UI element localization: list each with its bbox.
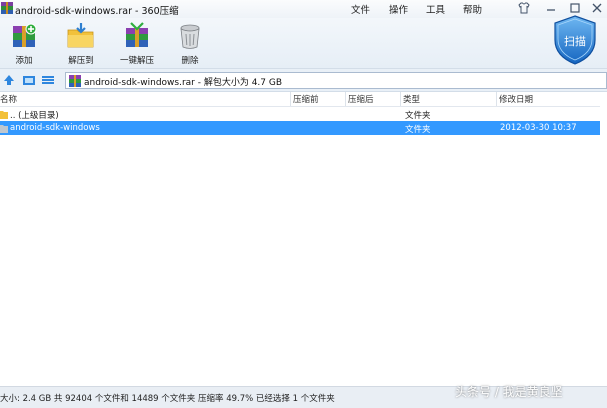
column-divider[interactable] bbox=[496, 92, 497, 106]
menu-tools[interactable]: 工具 bbox=[426, 2, 445, 16]
path-text: android-sdk-windows.rar - 解包大小为 4.7 GB bbox=[84, 77, 283, 88]
column-modified[interactable]: 修改日期 bbox=[499, 93, 533, 105]
address-bar: android-sdk-windows.rar - 解包大小为 4.7 GB bbox=[0, 68, 607, 92]
folder-icon bbox=[0, 111, 8, 119]
maximize-icon[interactable] bbox=[568, 1, 582, 15]
one-click-extract-label: 一键解压 bbox=[119, 56, 154, 66]
list-view-icon[interactable] bbox=[41, 73, 55, 87]
close-icon[interactable] bbox=[590, 1, 604, 15]
column-divider[interactable] bbox=[345, 92, 346, 106]
title-bar: android-sdk-windows.rar - 360压缩 文件 操作 工具… bbox=[0, 0, 607, 18]
menu-file[interactable]: 文件 bbox=[351, 2, 370, 16]
file-modified: 2012-03-30 10:37 bbox=[500, 122, 577, 133]
extract-to-button[interactable]: 解压到 bbox=[61, 20, 101, 66]
watermark: 头条号 / 我是黄良坚 bbox=[455, 385, 563, 399]
trash-icon bbox=[180, 24, 200, 49]
column-header: 名称 压缩前 压缩后 类型 修改日期 bbox=[0, 92, 607, 107]
add-archive-icon bbox=[13, 23, 37, 47]
one-click-extract-button[interactable]: 一键解压 bbox=[117, 20, 157, 66]
file-type: 文件夹 bbox=[405, 124, 431, 135]
delete-label: 删除 bbox=[181, 56, 199, 66]
extract-folder-icon bbox=[67, 23, 94, 48]
one-click-extract-icon bbox=[126, 22, 148, 47]
column-after[interactable]: 压缩后 bbox=[348, 93, 374, 105]
delete-button[interactable]: 删除 bbox=[170, 20, 210, 66]
archive-icon bbox=[69, 74, 81, 87]
column-type[interactable]: 类型 bbox=[403, 93, 420, 105]
minimize-icon[interactable] bbox=[544, 1, 558, 15]
file-name: android-sdk-windows bbox=[10, 122, 100, 133]
vertical-scrollbar[interactable] bbox=[600, 106, 607, 386]
window-title: android-sdk-windows.rar - 360压缩 bbox=[15, 6, 179, 17]
scan-shield-button[interactable]: 扫描 bbox=[552, 14, 598, 66]
file-name: .. (上级目录) bbox=[10, 110, 59, 121]
up-arrow-icon[interactable] bbox=[2, 73, 16, 87]
menu-operation[interactable]: 操作 bbox=[389, 2, 408, 16]
column-divider[interactable] bbox=[400, 92, 401, 106]
column-divider[interactable] bbox=[290, 92, 291, 106]
column-name[interactable]: 名称 bbox=[0, 93, 17, 105]
extract-to-label: 解压到 bbox=[68, 56, 94, 66]
folder-icon bbox=[0, 125, 8, 133]
thumbnail-view-icon[interactable] bbox=[22, 73, 36, 87]
add-label: 添加 bbox=[15, 56, 33, 66]
file-row-parent[interactable]: .. (上级目录) 文件夹 bbox=[0, 107, 607, 121]
scan-label: 扫描 bbox=[564, 34, 586, 48]
file-row-android-sdk[interactable]: android-sdk-windows 文件夹 2012-03-30 10:37 bbox=[0, 121, 607, 135]
menu-help[interactable]: 帮助 bbox=[463, 2, 482, 16]
skin-shirt-icon[interactable] bbox=[517, 1, 531, 15]
column-compressed[interactable]: 压缩前 bbox=[293, 93, 319, 105]
file-type: 文件夹 bbox=[405, 110, 431, 121]
app-rar-icon bbox=[1, 2, 13, 14]
add-button[interactable]: 添加 bbox=[4, 20, 44, 66]
toolbar: 添加 解压到 一键解压 删除 bbox=[0, 18, 607, 68]
path-field[interactable]: android-sdk-windows.rar - 解包大小为 4.7 GB bbox=[65, 72, 607, 89]
status-text: 大小: 2.4 GB 共 92404 个文件和 14489 个文件夹 压缩率 4… bbox=[0, 394, 335, 404]
